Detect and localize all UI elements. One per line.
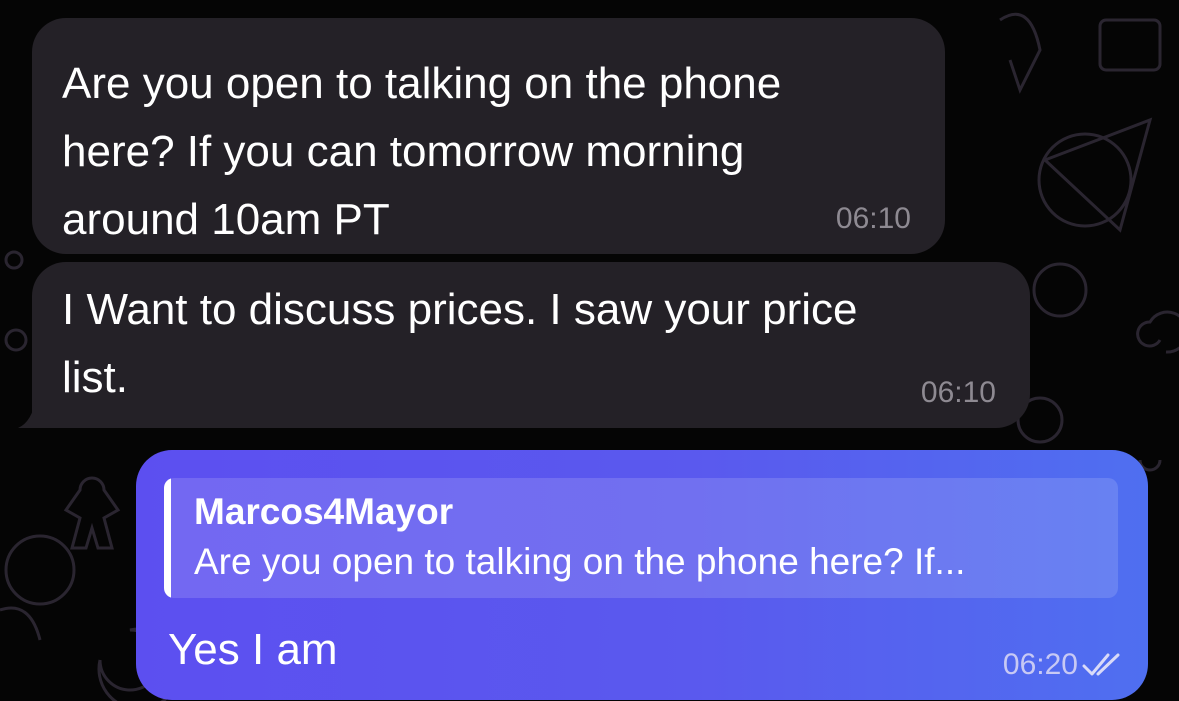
reply-quote-bar (164, 478, 171, 598)
message-bubble-incoming[interactable]: I Want to discuss prices. I saw your pri… (32, 262, 1030, 428)
doodle-dot (4, 250, 24, 270)
doodle-spiral-icon (1136, 310, 1179, 354)
doodle-leaf-icon (0, 606, 42, 641)
bubble-tail (18, 398, 58, 428)
doodle-squid-icon (999, 12, 1042, 94)
message-text: I Want to discuss prices. I saw your pri… (62, 285, 858, 402)
doodle-bulb-icon (1032, 262, 1088, 318)
doodle-smile-icon (4, 534, 76, 606)
reply-quote[interactable]: Marcos4Mayor Are you open to talking on … (164, 478, 1118, 598)
doodle-dot (4, 328, 28, 352)
double-check-icon (1082, 653, 1120, 676)
doodle-circle (1037, 132, 1133, 228)
message-time: 06:10 (835, 202, 911, 235)
reply-snippet: Are you open to talking on the phone her… (194, 541, 966, 582)
chat-view: Are you open to talking on the phone her… (0, 0, 1179, 701)
doodle-gingerbread-icon (63, 476, 121, 550)
message-bubble-incoming[interactable]: Are you open to talking on the phone her… (32, 18, 945, 254)
message-bubble-outgoing[interactable]: Marcos4Mayor Are you open to talking on … (136, 450, 1148, 700)
message-time: 06:20 (1002, 648, 1078, 681)
reply-author: Marcos4Mayor (194, 491, 454, 532)
message-time: 06:10 (920, 376, 996, 409)
message-text: Are you open to talking on the phone her… (62, 59, 782, 244)
doodle-box-icon (1098, 18, 1162, 72)
message-text: Yes I am (168, 625, 338, 674)
